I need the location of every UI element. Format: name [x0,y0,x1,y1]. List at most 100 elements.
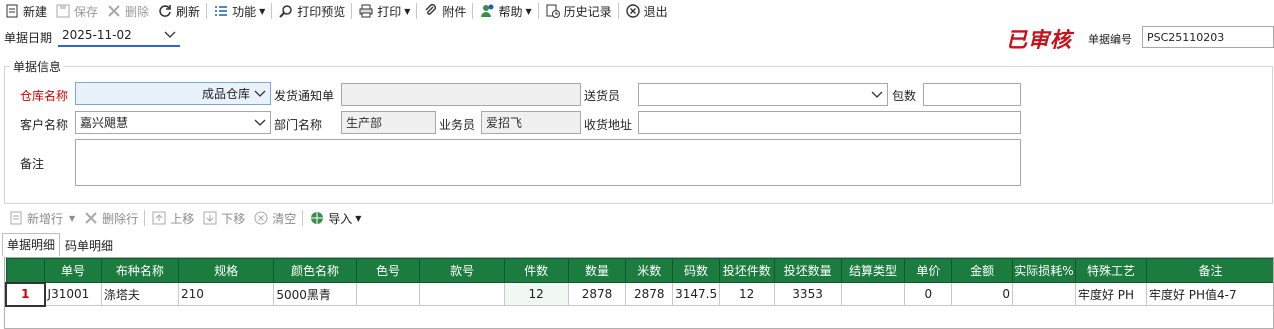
table-cell[interactable]: 2878 [567,282,627,306]
table-cell[interactable]: 涤塔夫 [100,282,179,306]
packages-field[interactable] [923,83,1021,106]
salesman-field[interactable]: 爱招飞 [481,111,581,134]
table-cell[interactable]: 牢度好 PH [1074,282,1147,306]
new-document-icon [4,3,20,19]
date-value: 2025-11-02 [62,27,132,42]
delete-row-button[interactable]: 删除行 [79,207,142,229]
column-header[interactable]: 码数 [672,258,720,283]
doc-no-value: PSC25110203 [1147,30,1225,44]
move-up-button[interactable]: 上移 [147,207,198,229]
column-header[interactable]: 特殊工艺 [1074,258,1147,283]
chevron-down-icon [254,90,266,97]
column-header[interactable]: 结算类型 [840,258,906,283]
column-header[interactable]: 件数 [503,258,569,283]
column-header[interactable]: 实际损耗% [1012,258,1076,283]
table-cell[interactable]: 2878 [625,282,674,306]
column-header[interactable]: 款号 [419,258,505,283]
column-header[interactable]: 色号 [355,258,421,283]
courier-label: 送货员 [584,89,621,103]
column-header[interactable]: 备注 [1145,258,1273,283]
history-label: 历史记录 [563,4,612,19]
list-icon [213,3,229,19]
column-header[interactable]: 金额 [951,258,1014,283]
function-menu-button[interactable]: 功能 ▼ [209,0,269,22]
table-cell[interactable]: 5000黑青 [273,282,357,306]
address-field[interactable] [638,111,1021,134]
column-header[interactable]: 投坯数量 [773,258,842,283]
table-cell[interactable] [1012,282,1076,306]
courier-select[interactable] [638,83,888,106]
empty-row-space [6,306,1273,329]
department-field[interactable]: 生产部 [341,111,436,134]
table-cell[interactable]: 3353 [773,282,842,306]
table-row[interactable]: 1 J31001 涤塔夫 210 5000黑青 12 2878 2878 314… [5,281,1273,307]
column-header[interactable]: 布种名称 [100,258,179,283]
print-button[interactable]: 打印 ▼ [354,0,414,22]
tab-code-detail[interactable]: 码单明细 [60,234,118,256]
table-cell[interactable] [840,282,906,306]
remark-textarea[interactable] [75,139,1021,186]
chevron-down-icon: ▼ [259,6,266,16]
packages-label: 包数 [892,89,917,103]
refresh-button-label: 刷新 [176,4,201,19]
salesman-label: 业务员 [439,118,476,132]
warehouse-select[interactable]: 成品仓库 [75,82,271,105]
refresh-button[interactable]: 刷新 [153,0,204,22]
table-cell[interactable] [355,282,421,306]
globe-icon [309,210,325,226]
table-cell[interactable]: J31001 [44,282,102,306]
table-cell[interactable]: 0 [904,282,953,306]
table-cell[interactable]: 210 [177,282,275,306]
add-row-label: 新增行 [27,211,64,226]
delete-icon [106,3,122,19]
table-cell[interactable]: 12 [503,282,569,306]
doc-no-field[interactable]: PSC25110203 [1142,26,1274,48]
delivery-notice-field[interactable] [341,83,581,106]
column-header[interactable]: 投坯件数 [718,258,775,283]
remark-label: 备注 [20,157,45,171]
print-preview-label: 打印预览 [297,4,346,19]
history-button[interactable]: 历史记录 [541,0,616,22]
column-header[interactable]: 单号 [44,258,102,283]
attachment-label: 附件 [442,4,467,19]
delete-button[interactable]: 删除 [102,0,153,22]
customer-select[interactable]: 嘉兴飓慧 [75,111,271,134]
tab-document-detail[interactable]: 单据明细 [2,233,61,256]
row-number[interactable]: 1 [5,281,46,307]
column-header[interactable]: 颜色名称 [273,258,357,283]
column-header[interactable] [5,258,46,283]
import-button[interactable]: 导入 ▼ [305,207,365,229]
delivery-notice-label: 发货通知单 [274,89,335,103]
table-cell[interactable]: 牢度好 PH值4-7 [1145,282,1273,306]
help-menu-label: 帮助 [498,4,523,19]
column-header[interactable]: 单价 [904,258,953,283]
import-label: 导入 [328,211,353,226]
salesman-value: 爱招飞 [486,116,523,130]
add-row-button[interactable]: 新增行 ▼ [4,207,79,229]
help-menu-button[interactable]: 帮助 ▼ [475,0,535,22]
new-button[interactable]: 新建 [0,0,51,22]
attachment-button[interactable]: 附件 [419,0,470,22]
move-down-button[interactable]: 下移 [198,207,249,229]
column-header[interactable]: 米数 [625,258,674,283]
toolbar-separator [271,3,273,19]
exit-button[interactable]: 退出 [621,0,672,22]
toolbar-separator [206,3,208,19]
table-cell[interactable]: 3147.5 [672,282,720,306]
table-cell[interactable]: 12 [718,282,775,306]
print-preview-button[interactable]: 打印预览 [274,0,349,22]
table-cell[interactable]: 0 [951,282,1014,306]
toolbar-separator [472,3,474,19]
exit-icon [625,3,641,19]
save-button[interactable]: 保存 [51,0,102,22]
department-value: 生产部 [346,116,383,130]
column-header[interactable]: 规格 [177,258,275,283]
chevron-down-icon: ▼ [69,213,76,223]
delete-button-label: 删除 [125,4,150,19]
date-picker[interactable]: 2025-11-02 [58,24,180,47]
clear-button[interactable]: 清空 [249,207,300,229]
table-cell[interactable] [419,282,505,306]
column-header[interactable]: 数量 [567,258,627,283]
toolbar-separator [302,210,304,226]
save-icon [55,3,71,19]
